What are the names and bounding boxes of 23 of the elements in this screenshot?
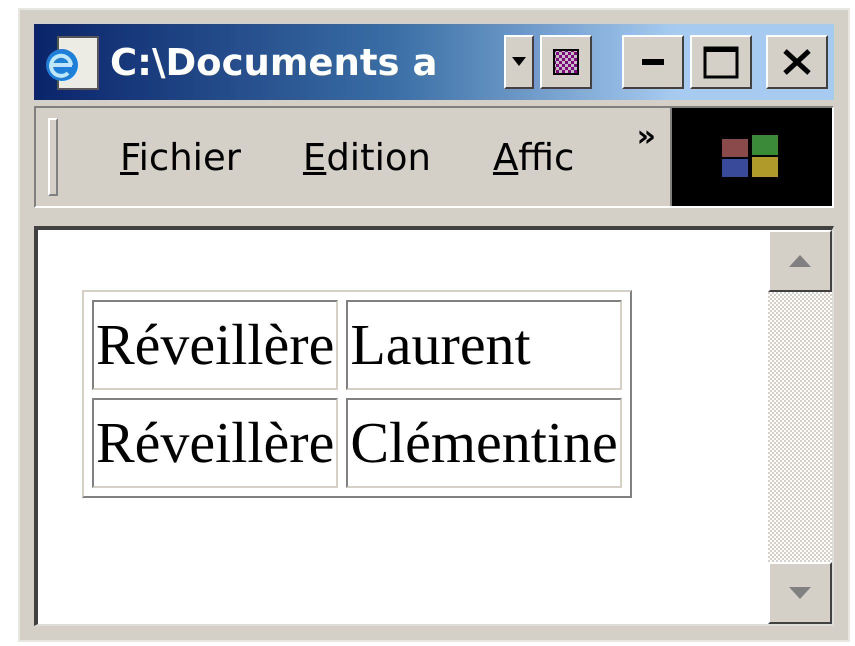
table-cell: Clémentine (346, 398, 622, 488)
maximize-button[interactable] (690, 35, 752, 89)
menu-overflow-button[interactable]: » (636, 122, 656, 152)
checker-button[interactable] (540, 35, 592, 89)
menu-item[interactable]: Fichier (120, 138, 241, 176)
table-cell: Réveillère (92, 300, 338, 390)
close-button[interactable] (766, 35, 828, 89)
checker-icon (553, 49, 579, 75)
up-arrow-icon (789, 255, 811, 267)
window-title: C:\Documents a (110, 44, 438, 80)
scroll-up-button[interactable] (768, 230, 832, 292)
dropdown-button[interactable] (504, 35, 534, 89)
table-cell: Réveillère (92, 398, 338, 488)
menu-item[interactable]: Affic (492, 138, 574, 176)
minimize-button[interactable] (622, 35, 684, 89)
caret-icon (512, 57, 526, 67)
menu-item[interactable]: Edition (302, 138, 431, 176)
table-cell: Laurent (346, 300, 622, 390)
scroll-down-button[interactable] (768, 562, 832, 624)
down-arrow-icon (789, 587, 811, 599)
maximize-icon (703, 45, 739, 79)
minimize-icon (642, 59, 664, 65)
close-icon (782, 49, 812, 75)
